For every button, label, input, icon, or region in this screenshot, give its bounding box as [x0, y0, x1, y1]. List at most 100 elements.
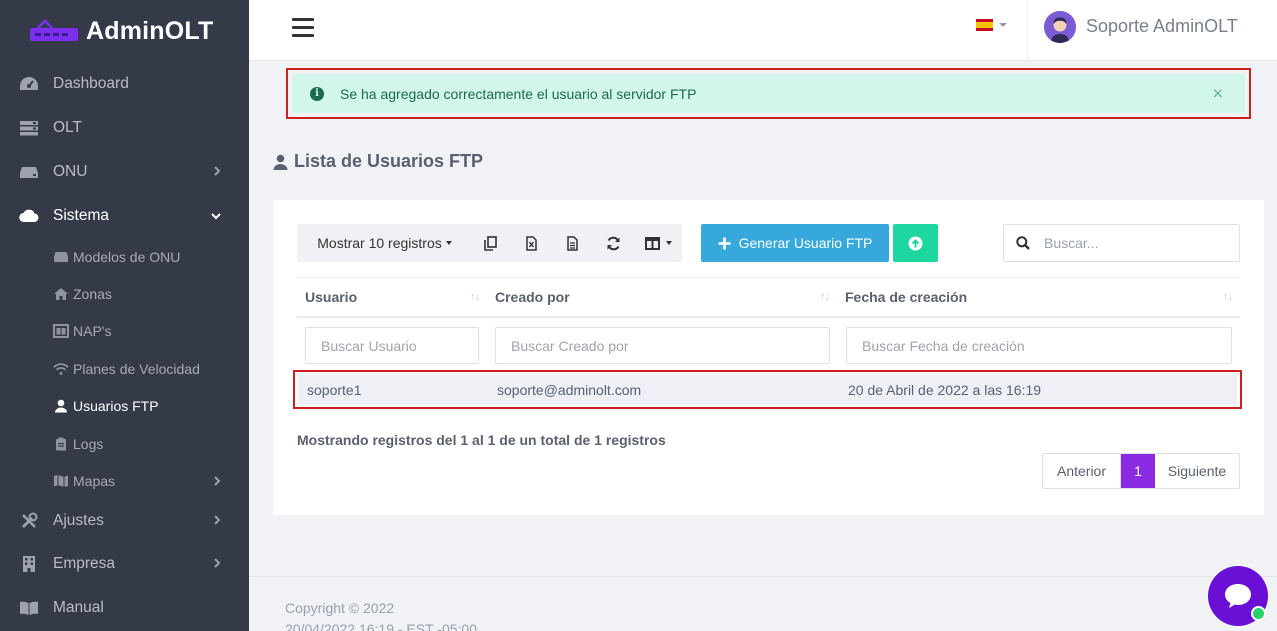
online-status-indicator [1251, 606, 1266, 621]
ftp-users-card: Mostrar 10 registros Generar Usuario FTP… [273, 200, 1264, 515]
page-length-button[interactable]: Mostrar 10 registros [297, 224, 470, 262]
language-selector[interactable] [976, 19, 1007, 31]
chevron-right-icon [213, 512, 221, 530]
menu-toggle-icon[interactable] [292, 18, 314, 38]
hdd-icon [18, 163, 40, 181]
sidebar-nav-bottom: Ajustes Empresa Manual [0, 500, 249, 630]
brand[interactable]: AdminOLT [0, 0, 249, 62]
alert-highlight: i Se ha agregado correctamente el usuari… [286, 68, 1251, 119]
table-info: Mostrando registros del 1 al 1 de un tot… [297, 432, 666, 448]
pagination-prev[interactable]: Anterior [1043, 454, 1121, 488]
pagination-page-1[interactable]: 1 [1121, 454, 1155, 488]
sidebar-subitem-label: Zonas [73, 286, 112, 303]
brand-name: AdminOLT [86, 16, 214, 45]
sidebar-item-manual[interactable]: Manual [0, 586, 249, 630]
sidebar-item-label: Dashboard [53, 75, 129, 92]
column-visibility-button[interactable] [634, 224, 682, 262]
page-title: Lista de Usuarios FTP [273, 151, 483, 172]
chevron-down-icon [211, 207, 221, 225]
olt-logo-icon [28, 18, 80, 44]
user-name[interactable]: Soporte AdminOLT [1086, 16, 1238, 37]
sidebar-item-sistema[interactable]: Sistema [0, 194, 249, 238]
column-header-creado-por[interactable]: Creado por ↑↓ [487, 278, 837, 316]
filter-placeholder: Buscar Creado por [511, 337, 629, 354]
sidebar-subitem-label: NAP's [73, 323, 112, 340]
sidebar-item-onu[interactable]: ONU [0, 150, 249, 194]
sidebar-item-empresa[interactable]: Empresa [0, 542, 249, 586]
caret-down-icon [665, 241, 672, 245]
sidebar-item-label: ONU [53, 163, 88, 180]
user-icon [53, 399, 69, 413]
sidebar-item-label: Sistema [53, 207, 109, 224]
sidebar-submenu-sistema: Modelos de ONU Zonas NAP's Planes de Vel… [0, 238, 249, 500]
filter-creado-por-input[interactable]: Buscar Creado por [495, 327, 830, 364]
sidebar-subitem-label: Modelos de ONU [73, 248, 181, 265]
column-header-usuario[interactable]: Usuario ↑↓ [297, 278, 487, 316]
copy-icon [484, 235, 497, 251]
clipboard-icon [53, 437, 69, 451]
sidebar-subitem-logs[interactable]: Logs [0, 425, 249, 462]
table-search-input[interactable]: Buscar... [1003, 224, 1240, 262]
sidebar-item-ajustes[interactable]: Ajustes [0, 500, 249, 542]
hdd-icon [53, 250, 69, 264]
page-title-text: Lista de Usuarios FTP [294, 151, 484, 171]
arrow-circle-up-icon [908, 236, 923, 250]
pagination: Anterior 1 Siguiente [1042, 453, 1240, 489]
home-icon [53, 287, 69, 301]
footer-divider [249, 576, 1277, 577]
alert-message: Se ha agregado correctamente el usuario … [340, 85, 697, 102]
sidebar-subitem-label: Logs [73, 435, 104, 452]
sidebar-subitem-planes-velocidad[interactable]: Planes de Velocidad [0, 350, 249, 387]
sidebar-item-label: Ajustes [53, 511, 104, 529]
topbar: Soporte AdminOLT [249, 0, 1277, 61]
table-row[interactable]: soporte1 soporte@adminolt.com 20 de Abri… [298, 375, 1237, 404]
columns-icon [644, 236, 660, 250]
search-placeholder: Buscar... [1044, 235, 1099, 251]
wifi-icon [53, 362, 69, 376]
filter-placeholder: Buscar Usuario [321, 337, 417, 354]
filter-placeholder: Buscar Fecha de creación [862, 337, 1025, 354]
sidebar-subitem-zonas[interactable]: Zonas [0, 275, 249, 312]
csv-export-button[interactable] [552, 224, 593, 262]
sidebar-subitem-label: Planes de Velocidad [73, 360, 200, 377]
generate-ftp-user-button[interactable]: Generar Usuario FTP [701, 224, 889, 262]
chevron-right-icon [213, 473, 221, 489]
column-header-label: Creado por [495, 289, 570, 305]
sidebar-item-olt[interactable]: OLT [0, 106, 249, 150]
divider [1027, 0, 1028, 61]
pagination-next[interactable]: Siguiente [1155, 454, 1239, 488]
search-icon [1016, 236, 1030, 250]
sort-icon: ↑↓ [820, 291, 830, 303]
sidebar-subitem-label: Mapas [73, 473, 116, 490]
caret-down-icon [445, 241, 452, 245]
cell-usuario: soporte1 [307, 381, 362, 398]
user-icon [273, 154, 288, 170]
tools-icon [18, 512, 40, 530]
sidebar-subitem-mapas[interactable]: Mapas [0, 462, 249, 499]
avatar[interactable] [1044, 11, 1076, 43]
sidebar-subitem-modelos-onu[interactable]: Modelos de ONU [0, 238, 249, 275]
server-icon [18, 119, 40, 137]
copyright: Copyright © 2022 [285, 600, 395, 616]
sort-icon: ↑↓ [470, 291, 480, 303]
box-icon [53, 324, 69, 339]
sidebar-item-dashboard[interactable]: Dashboard [0, 62, 249, 106]
filter-usuario-input[interactable]: Buscar Usuario [305, 327, 479, 364]
chevron-right-icon [213, 163, 221, 181]
filter-fecha-input[interactable]: Buscar Fecha de creación [846, 327, 1232, 364]
copy-button[interactable] [470, 224, 511, 262]
generate-label: Generar Usuario FTP [738, 235, 873, 251]
excel-export-button[interactable] [511, 224, 552, 262]
close-icon[interactable]: × [1212, 83, 1223, 104]
sort-icon: ↑↓ [1223, 291, 1233, 303]
cloud-icon [18, 207, 40, 225]
success-alert: i Se ha agregado correctamente el usuari… [292, 74, 1245, 113]
upload-button[interactable] [893, 224, 938, 262]
sidebar-subitem-usuarios-ftp[interactable]: Usuarios FTP [0, 388, 249, 425]
sidebar-subitem-naps[interactable]: NAP's [0, 313, 249, 350]
refresh-button[interactable] [593, 224, 634, 262]
plus-icon [718, 237, 731, 249]
table-toolbar: Mostrar 10 registros [297, 224, 682, 262]
column-filters: Buscar Usuario Buscar Creado por Buscar … [297, 318, 1240, 374]
column-header-fecha[interactable]: Fecha de creación ↑↓ [837, 278, 1240, 316]
